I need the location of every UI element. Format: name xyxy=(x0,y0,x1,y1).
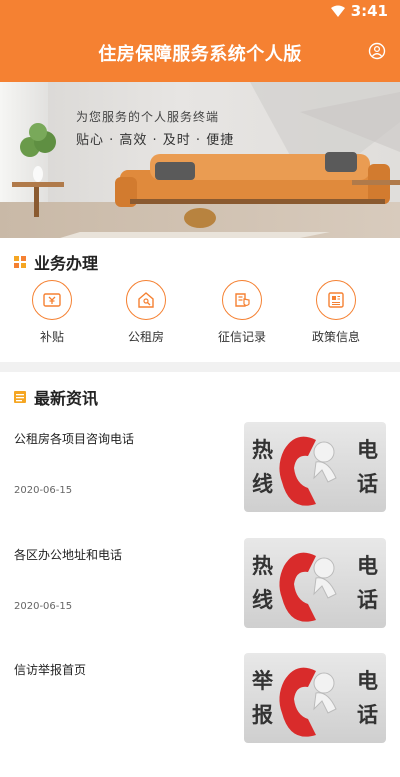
news-thumbnail: 热 线 电 话 xyxy=(244,538,386,628)
promo-banner[interactable]: 为您服务的个人服务终端 贴心 · 高效 · 及时 · 便捷 xyxy=(0,82,400,238)
subsidy-icon xyxy=(32,280,72,320)
banner-text-line1: 为您服务的个人服务终端 xyxy=(76,110,220,124)
news-title: 各区办公地址和电话 xyxy=(14,548,123,562)
service-policy-info[interactable]: 政策信息 xyxy=(296,280,376,345)
service-label: 政策信息 xyxy=(311,330,360,344)
service-label: 公租房 xyxy=(127,330,164,344)
business-section-header: 业务办理 xyxy=(14,250,98,274)
news-item[interactable]: 公租房各项目咨询电话 2020-06-15 热 线 电 话 xyxy=(0,422,400,546)
service-label: 征信记录 xyxy=(217,330,266,344)
banner-illustration xyxy=(12,82,400,238)
news-item[interactable]: 各区办公地址和电话 2020-06-15 热 线 电 话 xyxy=(0,538,400,662)
service-credit-record[interactable]: 征信记录 xyxy=(202,280,282,345)
grid-icon xyxy=(14,256,26,268)
app-header: 3:41 住房保障服务系统个人版 xyxy=(0,0,400,82)
news-date: 2020-06-15 xyxy=(14,485,73,496)
user-icon xyxy=(368,42,386,60)
status-time: 3:41 xyxy=(350,2,388,20)
news-list-icon xyxy=(14,391,26,403)
business-section-title: 业务办理 xyxy=(34,254,99,273)
public-housing-icon xyxy=(126,280,166,320)
service-public-housing[interactable]: 公租房 xyxy=(106,280,186,345)
section-divider xyxy=(0,362,400,372)
news-title: 公租房各项目咨询电话 xyxy=(14,432,135,446)
news-section-header: 最新资讯 xyxy=(14,385,98,409)
news-date: 2020-06-15 xyxy=(14,601,73,612)
status-right: 3:41 xyxy=(330,2,388,20)
news-item[interactable]: 信访举报首页 举 报 电 话 xyxy=(0,653,400,777)
service-label: 补贴 xyxy=(39,330,64,344)
service-subsidy[interactable]: 补贴 xyxy=(12,280,92,345)
profile-button[interactable] xyxy=(368,42,386,60)
phone-receiver-icon xyxy=(279,552,337,622)
status-bar: 3:41 xyxy=(0,0,400,22)
policy-info-icon xyxy=(316,280,356,320)
news-thumbnail: 热 线 电 话 xyxy=(244,422,386,512)
credit-record-icon xyxy=(222,280,262,320)
news-title: 信访举报首页 xyxy=(14,663,87,677)
service-row: 补贴 公租房 征信记录 政策信息 xyxy=(0,280,400,352)
phone-receiver-icon xyxy=(279,436,337,506)
news-thumbnail: 举 报 电 话 xyxy=(244,653,386,743)
phone-receiver-icon xyxy=(279,667,337,737)
news-section-title: 最新资讯 xyxy=(34,389,99,408)
wifi-icon xyxy=(330,5,345,17)
banner-text-line2: 贴心 · 高效 · 及时 · 便捷 xyxy=(76,133,235,148)
app-title: 住房保障服务系统个人版 xyxy=(98,44,302,65)
